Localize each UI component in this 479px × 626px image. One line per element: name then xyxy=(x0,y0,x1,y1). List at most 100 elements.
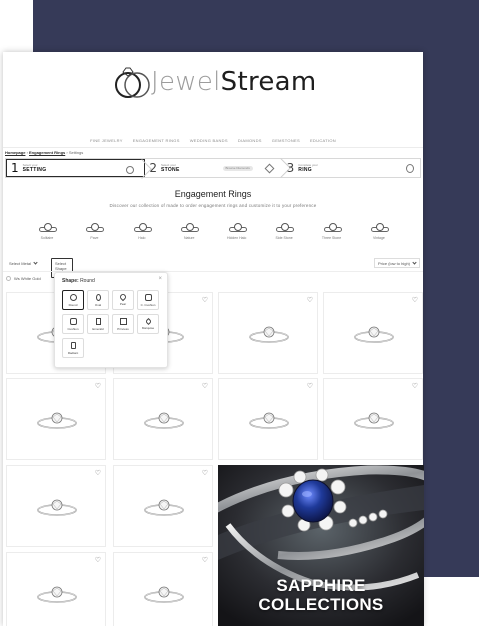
heart-icon[interactable]: ♡ xyxy=(307,383,313,390)
style-solitaire[interactable]: Solitaire xyxy=(29,222,65,240)
metal-color-toggle[interactable]: Ws White Gold xyxy=(6,276,41,281)
heart-icon[interactable]: ♡ xyxy=(202,557,208,564)
style-label: Nature xyxy=(184,236,195,240)
shape-option-marquise[interactable]: Marquise xyxy=(137,314,159,334)
step-ring[interactable]: 3 Complete your RING xyxy=(283,159,420,177)
close-icon[interactable]: × xyxy=(158,276,162,282)
style-label: Side Stone xyxy=(275,236,293,240)
step-stone[interactable]: 2 Select your STONE Browse Diamonds xyxy=(145,158,291,178)
oval-shape-icon xyxy=(95,293,101,301)
shape-option-c-cushion[interactable]: C. Cushion xyxy=(137,290,159,310)
shape-filter-label: Select Shape xyxy=(55,260,67,271)
cushion-shape-icon xyxy=(144,293,152,301)
product-image xyxy=(247,409,291,433)
product-card[interactable]: ♡ xyxy=(113,552,213,626)
style-label: Vintage xyxy=(373,236,385,240)
style-side-stone[interactable]: Side Stone xyxy=(266,222,302,240)
product-card[interactable]: ♡ xyxy=(6,378,106,460)
heart-icon[interactable]: ♡ xyxy=(412,383,418,390)
shape-option-round[interactable]: Round xyxy=(62,290,84,310)
heart-icon[interactable]: ♡ xyxy=(95,470,101,477)
nav-item[interactable]: Wedding Bands xyxy=(190,138,228,143)
product-card[interactable]: ♡ xyxy=(113,465,213,547)
product-image xyxy=(352,409,396,433)
heart-icon[interactable]: ♡ xyxy=(95,383,101,390)
heart-icon[interactable]: ♡ xyxy=(202,470,208,477)
shape-option-oval[interactable]: Oval xyxy=(87,290,109,310)
cushion-shape-icon xyxy=(69,317,77,325)
product-card[interactable]: ♡ xyxy=(6,465,106,547)
metal-filter-dropdown[interactable]: Select Metal xyxy=(6,258,40,268)
step-number: 3 xyxy=(286,161,295,175)
metal-filter-label: Select Metal xyxy=(9,260,32,266)
heart-icon[interactable]: ♡ xyxy=(412,297,418,304)
style-vintage[interactable]: Vintage xyxy=(361,222,397,240)
shape-label: Princess xyxy=(117,326,129,331)
princess-shape-icon xyxy=(119,317,127,325)
sort-dropdown[interactable]: Price (low to high) xyxy=(374,258,420,268)
nav-item[interactable]: Education xyxy=(310,138,336,143)
metal-toggle-label: Ws White Gold xyxy=(14,276,41,281)
ring-style-selector: Solitaire Pave Halo Nature Hidden Halo S… xyxy=(29,222,397,240)
breadcrumb-current: Settings xyxy=(68,150,84,155)
sort-label: Price (low to high) xyxy=(378,260,411,266)
nav-item[interactable]: Fine Jewelry xyxy=(90,138,123,143)
shape-label: Radiant xyxy=(67,350,79,355)
breadcrumb-parent[interactable]: Engagement Rings xyxy=(29,150,65,155)
product-card[interactable]: ♡ xyxy=(6,552,106,626)
style-label: Three Stone xyxy=(321,236,342,240)
brand-name: JewelStream xyxy=(151,67,317,97)
builder-steps: 1 Select your SETTING 2 Select your STON… xyxy=(5,158,421,179)
sapphire-collection-banner[interactable]: SAPPHIRE COLLECTIONS xyxy=(218,465,424,626)
breadcrumb-home[interactable]: Homepage xyxy=(5,150,25,155)
page-subtitle: Discover our collection of made to order… xyxy=(109,203,317,208)
heart-icon[interactable]: ♡ xyxy=(202,297,208,304)
promo-line-1: SAPPHIRE xyxy=(276,576,366,595)
three-stone-ring-icon xyxy=(322,222,342,234)
style-label: Hidden Halo xyxy=(227,236,247,240)
shape-option-cushion[interactable]: Cushion xyxy=(62,314,84,334)
style-halo[interactable]: Halo xyxy=(124,222,160,240)
shape-label: Oval xyxy=(94,302,102,307)
heart-icon[interactable]: ♡ xyxy=(307,297,313,304)
emerald-shape-icon xyxy=(95,317,101,325)
ring-icon xyxy=(405,164,414,173)
heart-icon[interactable]: ♡ xyxy=(95,557,101,564)
nav-item[interactable]: Gemstones xyxy=(272,138,300,143)
product-card[interactable]: ♡ xyxy=(218,378,318,460)
hidden-halo-ring-icon xyxy=(227,222,247,234)
radiant-shape-icon xyxy=(70,341,76,349)
brand-name-part1: Jewel xyxy=(151,67,221,97)
style-hidden-halo[interactable]: Hidden Halo xyxy=(219,222,255,240)
style-pave[interactable]: Pave xyxy=(76,222,112,240)
shape-label: C. Cushion xyxy=(140,302,156,307)
brand-logo[interactable]: JewelStream xyxy=(113,64,323,100)
style-three-stone[interactable]: Three Stone xyxy=(314,222,350,240)
product-card[interactable]: ♡ xyxy=(218,292,318,374)
shape-label: Marquise xyxy=(141,325,155,330)
nav-item[interactable]: Engagement Rings xyxy=(133,138,180,143)
shape-option-princess[interactable]: Princess xyxy=(112,314,134,334)
step-number: 2 xyxy=(149,161,157,175)
heart-icon[interactable]: ♡ xyxy=(202,383,208,390)
browse-diamonds-button[interactable]: Browse Diamonds xyxy=(222,166,253,171)
chevron-down-icon xyxy=(33,259,38,265)
style-label: Solitaire xyxy=(40,236,54,240)
product-card[interactable]: ♡ xyxy=(113,378,213,460)
shape-option-radiant[interactable]: Radiant xyxy=(62,338,84,358)
shape-option-emerald[interactable]: Emerald xyxy=(87,314,109,334)
product-card[interactable]: ♡ xyxy=(323,292,423,374)
step-title: RING xyxy=(298,167,312,173)
main-navigation: Fine Jewelry Engagement Rings Wedding Ba… xyxy=(3,138,423,143)
step-setting[interactable]: 1 Select your SETTING xyxy=(6,159,153,179)
product-image xyxy=(35,496,79,520)
chevron-down-icon xyxy=(412,259,417,265)
style-nature[interactable]: Nature xyxy=(171,222,207,240)
solitaire-ring-icon xyxy=(37,222,57,234)
shape-option-pear[interactable]: Pear xyxy=(112,290,134,310)
product-card[interactable]: ♡ xyxy=(323,378,423,460)
step-title: STONE xyxy=(160,167,180,173)
nav-item[interactable]: Diamonds xyxy=(238,138,262,143)
marquise-shape-icon xyxy=(144,317,152,325)
shape-filter-popup: Shape: Round × Round Oval Pear C. Cushio… xyxy=(54,272,168,368)
